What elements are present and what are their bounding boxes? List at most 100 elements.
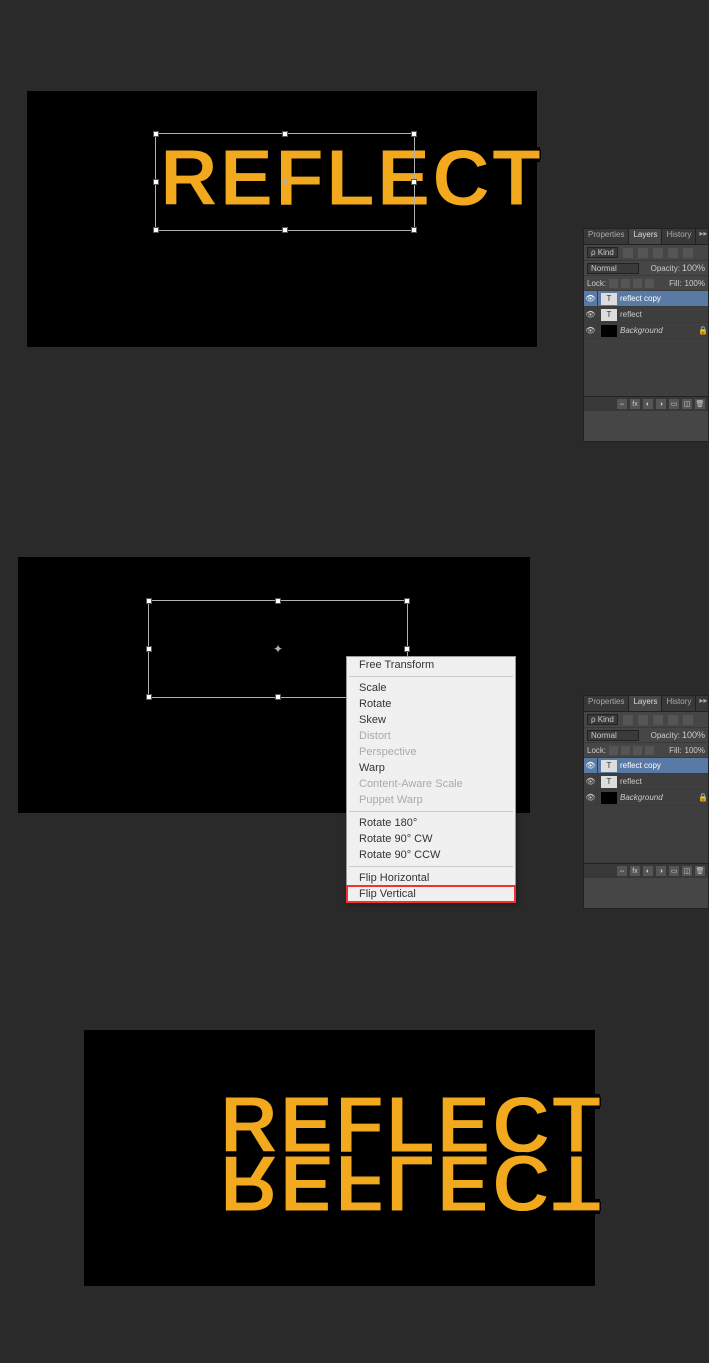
adjustment-icon[interactable]: ◑ xyxy=(656,399,666,409)
new-layer-icon[interactable]: ◫ xyxy=(682,866,692,876)
menu-rotate-90-cw[interactable]: Rotate 90° CW xyxy=(347,831,515,847)
visibility-icon[interactable]: 👁 xyxy=(584,758,598,773)
group-icon[interactable]: ▭ xyxy=(669,866,679,876)
menu-rotate[interactable]: Rotate xyxy=(347,696,515,712)
fx-icon[interactable]: fx xyxy=(630,866,640,876)
menu-separator xyxy=(349,866,513,867)
layer-row-background[interactable]: 👁 Background 🔒 xyxy=(584,323,708,339)
new-layer-icon[interactable]: ◫ xyxy=(682,399,692,409)
layer-row-reflect[interactable]: 👁 T reflect xyxy=(584,774,708,790)
adjustment-icon[interactable]: ◑ xyxy=(656,866,666,876)
lock-icon[interactable]: 🔒 xyxy=(698,326,708,335)
layer-row-reflect[interactable]: 👁 T reflect xyxy=(584,307,708,323)
filter-shape-icon[interactable] xyxy=(668,715,678,725)
panel-menu-icon[interactable]: ▸▸ xyxy=(696,696,709,711)
tab-layers[interactable]: Layers xyxy=(629,696,662,711)
menu-warp[interactable]: Warp xyxy=(347,760,515,776)
menu-scale[interactable]: Scale xyxy=(347,680,515,696)
step-2: REFLECT ✦ Free Transform Scale Rotate Sk… xyxy=(0,467,709,917)
layer-name[interactable]: Background xyxy=(620,326,698,335)
blend-mode-dropdown[interactable]: Normal xyxy=(587,263,639,274)
link-layers-icon[interactable]: ⇔ xyxy=(617,399,627,409)
filter-kind-row: ρ Kind xyxy=(584,712,708,728)
visibility-icon[interactable]: 👁 xyxy=(584,323,598,338)
layer-name[interactable]: Background xyxy=(620,793,698,802)
lock-all-icon[interactable] xyxy=(645,279,654,288)
tab-properties[interactable]: Properties xyxy=(584,229,629,244)
layer-name[interactable]: reflect xyxy=(620,310,708,319)
fx-icon[interactable]: fx xyxy=(630,399,640,409)
panel-menu-icon[interactable]: ▸▸ xyxy=(696,229,709,244)
lock-transparency-icon[interactable] xyxy=(609,279,618,288)
layers-panel: Properties Layers History ▸▸ ρ Kind Norm… xyxy=(583,228,709,442)
fill-label: Fill: xyxy=(669,746,681,755)
blend-row: Normal Opacity: 100% xyxy=(584,728,708,743)
layer-name[interactable]: reflect copy xyxy=(620,761,708,770)
filter-type-icon[interactable] xyxy=(653,715,663,725)
blend-row: Normal Opacity: 100% xyxy=(584,261,708,276)
menu-distort: Distort xyxy=(347,728,515,744)
visibility-icon[interactable]: 👁 xyxy=(584,774,598,789)
menu-rotate-90-ccw[interactable]: Rotate 90° CCW xyxy=(347,847,515,863)
lock-icon[interactable]: 🔒 xyxy=(698,793,708,802)
transform-context-menu: Free Transform Scale Rotate Skew Distort… xyxy=(346,656,516,903)
opacity-label: Opacity: xyxy=(651,264,680,273)
visibility-icon[interactable]: 👁 xyxy=(584,790,598,805)
layer-type-icon: T xyxy=(601,760,617,772)
layers-panel: Properties Layers History ▸▸ ρ Kind Norm… xyxy=(583,695,709,909)
layer-name[interactable]: reflect copy xyxy=(620,294,708,303)
lock-label: Lock: xyxy=(587,279,606,288)
mask-icon[interactable]: ◐ xyxy=(643,399,653,409)
menu-puppet-warp: Puppet Warp xyxy=(347,792,515,808)
reflect-text-flipped: REFLECT xyxy=(220,1143,603,1223)
filter-adjust-icon[interactable] xyxy=(638,248,648,258)
tab-properties[interactable]: Properties xyxy=(584,696,629,711)
fill-value[interactable]: 100% xyxy=(685,279,705,288)
lock-transparency-icon[interactable] xyxy=(609,746,618,755)
fill-value[interactable]: 100% xyxy=(685,746,705,755)
panel-tabs: Properties Layers History ▸▸ xyxy=(584,696,708,712)
tab-layers[interactable]: Layers xyxy=(629,229,662,244)
delete-layer-icon[interactable]: 🗑 xyxy=(695,866,705,876)
menu-free-transform[interactable]: Free Transform xyxy=(347,657,515,673)
opacity-value[interactable]: 100% xyxy=(682,730,705,740)
kind-dropdown[interactable]: ρ Kind xyxy=(587,247,618,258)
mask-icon[interactable]: ◐ xyxy=(643,866,653,876)
menu-skew[interactable]: Skew xyxy=(347,712,515,728)
visibility-icon[interactable]: 👁 xyxy=(584,291,598,306)
opacity-value[interactable]: 100% xyxy=(682,263,705,273)
lock-all-icon[interactable] xyxy=(645,746,654,755)
menu-rotate-180[interactable]: Rotate 180° xyxy=(347,815,515,831)
filter-pixel-icon[interactable] xyxy=(623,715,633,725)
filter-adjust-icon[interactable] xyxy=(638,715,648,725)
group-icon[interactable]: ▭ xyxy=(669,399,679,409)
lock-image-icon[interactable] xyxy=(621,279,630,288)
lock-image-icon[interactable] xyxy=(621,746,630,755)
visibility-icon[interactable]: 👁 xyxy=(584,307,598,322)
tab-history[interactable]: History xyxy=(662,229,696,244)
lock-position-icon[interactable] xyxy=(633,279,642,288)
filter-shape-icon[interactable] xyxy=(668,248,678,258)
filter-smart-icon[interactable] xyxy=(683,715,693,725)
menu-flip-horizontal[interactable]: Flip Horizontal xyxy=(347,870,515,886)
layer-row-background[interactable]: 👁 Background 🔒 xyxy=(584,790,708,806)
menu-separator xyxy=(349,676,513,677)
kind-dropdown[interactable]: ρ Kind xyxy=(587,714,618,725)
delete-layer-icon[interactable]: 🗑 xyxy=(695,399,705,409)
layers-list: 👁 T reflect copy 👁 T reflect 👁 Backgroun… xyxy=(584,758,708,863)
layer-name[interactable]: reflect xyxy=(620,777,708,786)
panel-tabs: Properties Layers History ▸▸ xyxy=(584,229,708,245)
lock-position-icon[interactable] xyxy=(633,746,642,755)
layer-thumb xyxy=(601,792,617,804)
filter-smart-icon[interactable] xyxy=(683,248,693,258)
tab-history[interactable]: History xyxy=(662,696,696,711)
layer-row-reflect-copy[interactable]: 👁 T reflect copy xyxy=(584,758,708,774)
menu-content-aware-scale: Content-Aware Scale xyxy=(347,776,515,792)
blend-mode-dropdown[interactable]: Normal xyxy=(587,730,639,741)
filter-pixel-icon[interactable] xyxy=(623,248,633,258)
menu-flip-vertical[interactable]: Flip Vertical xyxy=(347,886,515,902)
filter-type-icon[interactable] xyxy=(653,248,663,258)
layer-row-reflect-copy[interactable]: 👁 T reflect copy xyxy=(584,291,708,307)
layers-list: 👁 T reflect copy 👁 T reflect 👁 Backgroun… xyxy=(584,291,708,396)
link-layers-icon[interactable]: ⇔ xyxy=(617,866,627,876)
